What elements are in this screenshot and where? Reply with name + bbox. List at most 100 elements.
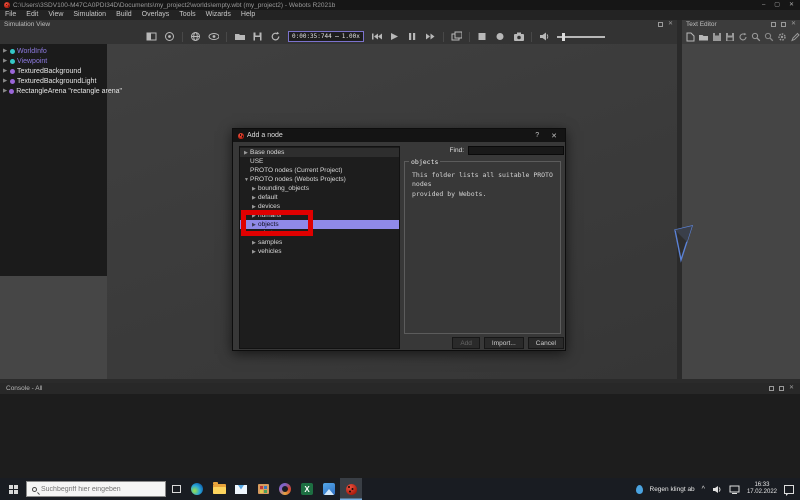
pause-icon[interactable] xyxy=(407,31,418,42)
start-button[interactable] xyxy=(0,478,26,500)
tray-network-icon[interactable] xyxy=(729,485,740,494)
taskbar-app-webots[interactable] xyxy=(340,478,362,500)
action-center-icon[interactable] xyxy=(784,485,794,494)
fast-forward-icon[interactable] xyxy=(425,31,436,42)
tree-item-proto-webots-projects[interactable]: ▼ PROTO nodes (Webots Projects) xyxy=(240,175,399,184)
add-node-icon[interactable] xyxy=(164,31,175,42)
preferences-gear-icon[interactable] xyxy=(777,31,787,42)
reload-world-icon[interactable] xyxy=(270,31,281,42)
screenshot-icon[interactable] xyxy=(513,31,524,42)
menu-edit[interactable]: Edit xyxy=(21,10,43,20)
taskbar-app-edge[interactable] xyxy=(186,478,208,500)
save-world-icon[interactable] xyxy=(252,31,263,42)
toggle-scene-tree-icon[interactable] xyxy=(146,31,157,42)
rendering-layers-icon[interactable] xyxy=(451,31,462,42)
taskbar-app-photos[interactable] xyxy=(318,478,340,500)
expander-icon[interactable]: ▶ xyxy=(3,88,7,94)
close-icon[interactable]: ✕ xyxy=(551,132,557,140)
tree-item-base-nodes[interactable]: ▶ Base nodes xyxy=(240,148,399,157)
scene-tree-item-rectanglearena[interactable]: ▶ RectangleArena "rectangle arena" xyxy=(0,86,107,96)
record-movie-icon[interactable] xyxy=(495,31,506,42)
simulation-time-display[interactable]: 0:00:35:744 1.00x xyxy=(288,31,364,42)
float-panel-icon[interactable] xyxy=(781,22,786,27)
hidden-icons-chevron[interactable]: ^ xyxy=(702,486,705,493)
find-icon[interactable] xyxy=(751,31,761,42)
tree-item-vehicles[interactable]: ▶ vehicles xyxy=(240,247,399,256)
float-panel-icon[interactable] xyxy=(779,386,784,391)
minimize-panel-icon[interactable] xyxy=(769,386,774,391)
cancel-button[interactable]: Cancel xyxy=(528,337,564,349)
taskbar-app-store[interactable] xyxy=(252,478,274,500)
viewport-pen-object[interactable] xyxy=(665,224,699,266)
expander-icon[interactable]: ▶ xyxy=(252,204,256,210)
expander-icon[interactable]: ▶ xyxy=(3,78,8,84)
menu-view[interactable]: View xyxy=(43,10,68,20)
menu-tools[interactable]: Tools xyxy=(174,10,200,20)
stop-icon[interactable] xyxy=(477,31,488,42)
search-input[interactable] xyxy=(41,486,151,493)
taskbar-app-circular[interactable] xyxy=(274,478,296,500)
taskbar-app-excel[interactable] xyxy=(296,478,318,500)
tree-item-proto-current-project[interactable]: PROTO nodes (Current Project) xyxy=(240,166,399,175)
tree-item-bounding-objects[interactable]: ▶ bounding_objects xyxy=(240,184,399,193)
expander-icon[interactable]: ▶ xyxy=(244,150,248,156)
open-file-icon[interactable] xyxy=(698,31,709,42)
menu-simulation[interactable]: Simulation xyxy=(68,10,111,20)
close-panel-icon[interactable]: ✕ xyxy=(789,384,794,393)
expander-icon[interactable]: ▶ xyxy=(3,58,8,64)
revert-file-icon[interactable] xyxy=(738,31,748,42)
minimize-panel-icon[interactable] xyxy=(771,22,776,27)
close-icon[interactable]: ✕ xyxy=(789,0,794,10)
clock[interactable]: 16:33 17.02.2022 xyxy=(747,482,777,496)
find-input[interactable] xyxy=(468,146,564,155)
scene-tree-item-texturedbackground[interactable]: ▶ TexturedBackground xyxy=(0,66,107,76)
slider-thumb[interactable] xyxy=(562,33,565,41)
rewind-icon[interactable] xyxy=(371,31,382,42)
save-file-as-icon[interactable] xyxy=(725,31,735,42)
tree-item-use[interactable]: USE xyxy=(240,157,399,166)
expander-icon[interactable]: ▶ xyxy=(252,240,256,246)
volume-slider[interactable] xyxy=(557,31,605,42)
maximize-icon[interactable]: ▢ xyxy=(774,0,780,10)
text-editor-body[interactable] xyxy=(682,44,800,379)
minimize-icon[interactable]: – xyxy=(762,0,765,10)
expander-icon[interactable]: ▶ xyxy=(252,249,256,255)
expander-icon[interactable]: ▼ xyxy=(244,177,248,183)
menu-help[interactable]: Help xyxy=(236,10,260,20)
task-view-button[interactable] xyxy=(166,478,186,500)
new-file-icon[interactable] xyxy=(686,31,695,42)
expander-icon[interactable]: ▶ xyxy=(3,68,8,74)
taskbar-app-file-explorer[interactable] xyxy=(208,478,230,500)
menu-build[interactable]: Build xyxy=(111,10,137,20)
weather-text[interactable]: Regen klingt ab xyxy=(650,486,695,493)
import-button[interactable]: Import... xyxy=(484,337,524,349)
expander-icon[interactable]: ▶ xyxy=(252,195,256,201)
open-world-icon[interactable] xyxy=(234,31,245,42)
tray-speaker-icon[interactable] xyxy=(712,485,722,494)
save-file-icon[interactable] xyxy=(712,31,722,42)
taskbar-search[interactable] xyxy=(26,481,166,497)
help-button[interactable]: ? xyxy=(535,132,539,140)
expander-icon[interactable]: ▶ xyxy=(252,186,256,192)
weather-icon[interactable] xyxy=(636,485,643,494)
scene-tree-item-viewpoint[interactable]: ▶ Viewpoint xyxy=(0,56,107,66)
tree-item-samples[interactable]: ▶ samples xyxy=(240,238,399,247)
scene-tree-item-texturedbackgroundlight[interactable]: ▶ TexturedBackgroundLight xyxy=(0,76,107,86)
close-panel-icon[interactable]: ✕ xyxy=(791,20,796,29)
play-icon[interactable] xyxy=(389,31,400,42)
show-rendering-icon[interactable] xyxy=(208,31,219,42)
expander-icon[interactable]: ▶ xyxy=(3,48,8,54)
menu-file[interactable]: File xyxy=(0,10,21,20)
pen-icon[interactable] xyxy=(790,31,800,42)
restore-viewpoint-icon[interactable] xyxy=(190,31,201,42)
undock-icon[interactable] xyxy=(658,22,663,27)
menu-wizards[interactable]: Wizards xyxy=(201,10,236,20)
tree-item-default[interactable]: ▶ default xyxy=(240,193,399,202)
menu-overlays[interactable]: Overlays xyxy=(137,10,175,20)
add-button[interactable]: Add xyxy=(452,337,480,349)
taskbar-app-mail[interactable] xyxy=(230,478,252,500)
close-panel-icon[interactable]: ✕ xyxy=(668,20,673,29)
find-replace-icon[interactable] xyxy=(764,31,774,42)
speaker-icon[interactable] xyxy=(539,31,550,42)
scene-tree-item-worldinfo[interactable]: ▶ WorldInfo xyxy=(0,46,107,56)
